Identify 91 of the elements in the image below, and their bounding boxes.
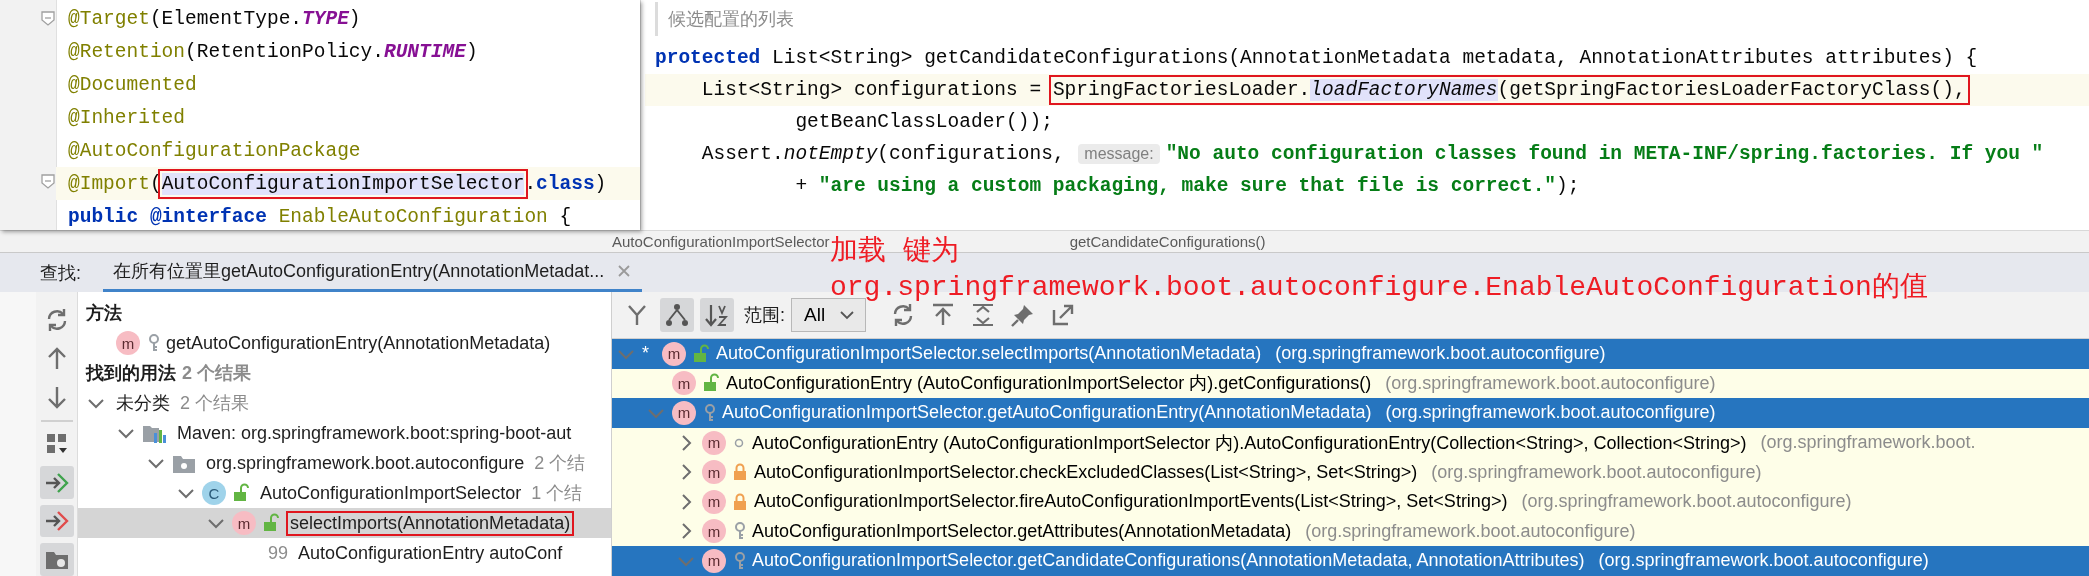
result-count: 2 个结 [534, 452, 586, 475]
tree-item-label: selectImports(AnnotationMetadata) [286, 510, 575, 536]
sort-alphabetical-icon [704, 302, 730, 328]
code-text: + "are using a custom packaging, make sure that file is correct."); [794, 175, 1580, 197]
method-icon: m [702, 430, 726, 455]
package-name: (org.springframework.boot.autoconfigure) [1521, 491, 1852, 513]
code-text: public @interface EnableAutoConfiguration { [68, 205, 572, 228]
tree-row[interactable]: Maven: org.springframework.boot:spring-boot-aut [78, 418, 611, 448]
result-count: 1 个结 [531, 482, 583, 505]
method-icon: m [232, 511, 256, 535]
tree-row[interactable]: 未分类 2 个结果 [78, 388, 611, 418]
key-icon [732, 550, 746, 571]
parameter-hint: message: [1078, 144, 1160, 164]
padlock-icon [732, 462, 748, 483]
breadcrumb[interactable]: AutoConfigurationImportSelector [612, 233, 830, 250]
result-count: 2 个结果 [182, 362, 251, 385]
code-text: @Documented [68, 73, 197, 96]
padlock-icon [732, 491, 748, 512]
package-name: (org.springframework.boot.autoconfigure) [1275, 343, 1606, 365]
scope-dropdown[interactable]: All [791, 298, 867, 332]
tree-item-label: AutoConfigurationEntry autoConf [297, 541, 564, 565]
hierarchy-row[interactable]: m AutoConfigurationImportSelector.getCandidateConfigurations(AnnotationMetadata, AnnotationAttributes) (org.springframework.boot.autoconfigure) [612, 546, 2089, 576]
code-text: @AutoConfigurationPackage [68, 139, 361, 162]
doc-comment: 候选配置的列表 [668, 8, 794, 31]
hierarchy-icon [664, 302, 690, 328]
code-text: @Inherited [68, 106, 186, 129]
unlocked-padlock-icon [702, 373, 720, 394]
method-signature: AutoConfigurationImportSelector.getAutoConfigurationEntry(AnnotationMetadata) [722, 402, 1372, 424]
code-text: getBeanClassLoader()); [794, 111, 1053, 133]
unlocked-padlock-icon [262, 513, 280, 533]
method-signature: AutoConfigurationImportSelector.checkExcludedClasses(List<String>, Set<String>) [754, 461, 1418, 483]
tree-row[interactable]: m selectImports(AnnotationMetadata) [78, 508, 611, 538]
class-icon: C [202, 481, 226, 505]
hierarchy-row[interactable]: m AutoConfigurationEntry (AutoConfigurationImportSelector 内).getConfigurations() (org.springframework.boot.autoconfigure) [612, 368, 2089, 399]
method-icon: m [702, 548, 726, 573]
method-name[interactable]: getAutoConfigurationEntry(AnnotationMetadata) [166, 332, 551, 354]
hierarchy-button[interactable] [660, 298, 694, 332]
result-count: 2 个结果 [180, 392, 249, 415]
tree-item-label: 未分类 [115, 392, 171, 415]
key-icon [702, 403, 716, 423]
breadcrumb[interactable]: getCandidateConfigurations() [1069, 233, 1266, 250]
hierarchy-row[interactable]: m AutoConfigurationImportSelector.fireAutoConfigurationImportEvents(List<String>, Set<String>) (org.springframework.boot.autoconfigure) [612, 486, 2089, 517]
hierarchy-row[interactable]: m AutoConfigurationImportSelector.getAutoConfigurationEntry(AnnotationMetadata) (org.springframework.boot.autoconfigure) [612, 398, 2089, 428]
unlocked-padlock-icon [692, 343, 710, 364]
method-icon: m [116, 331, 140, 355]
method-signature: AutoConfigurationEntry (AutoConfigurationImportSelector 内).getConfigurations() [726, 372, 1372, 396]
tree-item-label: Maven: org.springframework.boot:spring-boot-aut [176, 421, 573, 445]
line-number: 99 [268, 542, 289, 564]
tree-row[interactable]: org.springframework.boot.autoconfigure 2 个结 [78, 448, 611, 478]
method-signature: AutoConfigurationImportSelector.getCandidateConfigurations(AnnotationMetadata, AnnotationAttributes) [752, 550, 1585, 572]
code-text: protected List<String> getCandidateConfigurations(AnnotationMetadata metadata, AnnotationAttributes attributes) { [655, 47, 1978, 69]
package-name: (org.springframework.boot.autoconfigure) [1598, 550, 1929, 572]
code-text: @Retention(RetentionPolicy.RUNTIME) [68, 40, 478, 63]
package-name: (org.springframework.boot.autoconfigure) [1385, 402, 1716, 424]
method-signature: AutoConfigurationImportSelector.getAttributes(AnnotationMetadata) [752, 520, 1292, 542]
tree-item-label: org.springframework.boot.autoconfigure [205, 451, 526, 475]
close-icon [616, 263, 633, 279]
hierarchy-row[interactable]: * m AutoConfigurationImportSelector.selectImports(AnnotationMetadata) (org.springframework.boot.autoconfigure) [612, 339, 2089, 369]
code-text: "No auto configuration classes found in META-INF/spring.factories. If you " [1165, 143, 2044, 165]
scope-label: 范围: [744, 304, 785, 327]
hierarchy-row[interactable]: m AutoConfigurationImportSelector.getAttributes(AnnotationMetadata) (org.springframework.boot.autoconfigure) [612, 516, 2089, 547]
package-name: (org.springframework.boot.autoconfigure) [1431, 461, 1762, 483]
hierarchy-row[interactable]: m AutoConfigurationEntry (AutoConfigurationImportSelector 内).AutoConfigurationEntry(Collection<String>, Collection<String>) (org.springframework.boot. [612, 427, 2089, 458]
package-name: (org.springframework.boot.autoconfigure) [1385, 372, 1716, 394]
code-text: Assert.notEmpty(configurations, [700, 143, 1066, 165]
method-signature: AutoConfigurationEntry (AutoConfigurationImportSelector 内).AutoConfigurationEntry(Collection<String>, Collection<String>) [752, 431, 1747, 455]
tree-row[interactable]: 99 AutoConfigurationEntry autoConf [78, 538, 611, 568]
method-icon: m [662, 341, 686, 366]
panel-label: 查找: [40, 261, 81, 285]
package-name: (org.springframework.boot.autoconfigure) [1305, 520, 1636, 542]
section-heading: 方法 [86, 302, 122, 325]
method-icon: m [672, 371, 696, 396]
hierarchy-row[interactable]: m AutoConfigurationImportSelector.checkExcludedClasses(List<String>, Set<String>) (org.springframework.boot.autoconfigure) [612, 457, 2089, 487]
key-icon [732, 521, 746, 542]
method-icon: m [672, 401, 696, 425]
key-icon [146, 333, 160, 353]
method-signature: AutoConfigurationImportSelector.selectImports(AnnotationMetadata) [716, 343, 1262, 365]
modified-marker: * [642, 343, 650, 365]
section-heading: 找到的用法 [86, 362, 176, 385]
tree-item-label: AutoConfigurationImportSelector [259, 481, 523, 505]
method-icon: m [702, 460, 726, 485]
package-name: (org.springframework.boot. [1760, 432, 1976, 454]
method-icon: m [702, 519, 726, 544]
tree-row[interactable]: C AutoConfigurationImportSelector 1 个结 [78, 478, 611, 508]
caret-icon [839, 308, 856, 322]
code-text: @Target(ElementType.TYPE) [68, 7, 361, 30]
method-signature: AutoConfigurationImportSelector.fireAutoConfigurationImportEvents(List<String>, Set<String>) [754, 491, 1508, 513]
annotation-text: 加载 键为 [830, 235, 959, 269]
unlocked-padlock-icon [232, 483, 250, 503]
method-icon: m [702, 489, 726, 514]
sort-alphabetical-button[interactable] [700, 298, 734, 332]
